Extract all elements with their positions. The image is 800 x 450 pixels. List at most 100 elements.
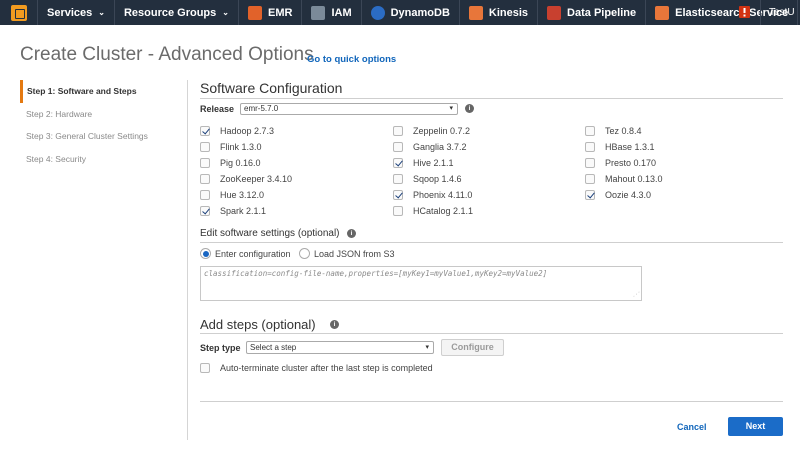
step-type-select[interactable]: Select a step ▾	[246, 341, 434, 354]
kinesis-icon	[468, 5, 483, 20]
user-menu[interactable]: TestU	[760, 0, 800, 25]
iam-icon	[311, 5, 326, 20]
software-configuration-heading: Software Configuration	[200, 80, 343, 96]
app-pig[interactable]: Pig 0.16.0	[200, 157, 261, 169]
checkbox[interactable]	[200, 142, 210, 152]
shortcut-label: EMR	[267, 6, 293, 19]
auto-terminate-checkbox[interactable]	[200, 363, 210, 373]
alert-bell-icon[interactable]	[738, 5, 751, 19]
checkbox[interactable]	[393, 206, 403, 216]
app-label: HCatalog 2.1.1	[413, 206, 474, 216]
checkbox[interactable]	[585, 142, 595, 152]
section-divider	[200, 401, 783, 402]
resource-groups-menu[interactable]: Resource Groups ⌄	[115, 0, 239, 25]
auto-terminate-label: Auto-terminate cluster after the last st…	[220, 363, 433, 373]
page-title: Create Cluster - Advanced Options	[20, 44, 314, 65]
checkbox[interactable]	[393, 158, 403, 168]
checkbox[interactable]	[200, 174, 210, 184]
shortcut-data-pipeline[interactable]: Data Pipeline	[538, 0, 647, 25]
checkbox[interactable]	[585, 126, 595, 136]
checkbox[interactable]	[585, 190, 595, 200]
checkbox[interactable]	[200, 206, 210, 216]
release-select[interactable]: emr-5.7.0 ▾	[240, 103, 458, 115]
enter-configuration-label: Enter configuration	[215, 249, 291, 259]
enter-configuration-radio[interactable]	[200, 248, 211, 259]
app-label: Oozie 4.3.0	[605, 190, 652, 200]
app-oozie[interactable]: Oozie 4.3.0	[585, 189, 651, 201]
aws-logo[interactable]	[0, 0, 38, 25]
app-spark[interactable]: Spark 2.1.1	[200, 205, 266, 217]
checkbox[interactable]	[200, 190, 210, 200]
app-hue[interactable]: Hue 3.12.0	[200, 189, 264, 201]
step-security[interactable]: Step 4: Security	[20, 148, 187, 171]
app-zookeeper[interactable]: ZooKeeper 3.4.10	[200, 173, 292, 185]
step-software-and-steps[interactable]: Step 1: Software and Steps	[20, 80, 187, 103]
checkbox[interactable]	[393, 142, 403, 152]
app-hcatalog[interactable]: HCatalog 2.1.1	[393, 205, 473, 217]
step-hardware[interactable]: Step 2: Hardware	[20, 103, 187, 126]
services-label: Services	[47, 6, 93, 19]
app-flink[interactable]: Flink 1.3.0	[200, 141, 262, 153]
shortcut-dynamodb[interactable]: DynamoDB	[362, 0, 460, 25]
checkbox[interactable]	[585, 174, 595, 184]
app-mahout[interactable]: Mahout 0.13.0	[585, 173, 663, 185]
top-nav-bar: Services ⌄ Resource Groups ⌄ EMR IAM Dyn…	[0, 0, 800, 25]
services-menu[interactable]: Services ⌄	[38, 0, 115, 25]
shortcut-iam[interactable]: IAM	[302, 0, 362, 25]
info-icon[interactable]: i	[347, 229, 356, 238]
app-label: Spark 2.1.1	[220, 206, 267, 216]
info-icon[interactable]: i	[465, 104, 474, 113]
app-sqoop[interactable]: Sqoop 1.4.6	[393, 173, 462, 185]
checkbox[interactable]	[393, 126, 403, 136]
step-general-cluster-settings[interactable]: Step 3: General Cluster Settings	[20, 125, 187, 148]
checkbox[interactable]	[585, 158, 595, 168]
configure-button[interactable]: Configure	[441, 339, 504, 356]
app-label: Mahout 0.13.0	[605, 174, 663, 184]
app-hadoop[interactable]: Hadoop 2.7.3	[200, 125, 274, 137]
info-icon[interactable]: i	[330, 320, 339, 329]
app-label: Hue 3.12.0	[220, 190, 265, 200]
configuration-textarea[interactable]: classification=config-file-name,properti…	[200, 266, 642, 301]
shortcut-emr[interactable]: EMR	[239, 0, 303, 25]
emr-icon	[247, 5, 262, 20]
next-button[interactable]: Next	[728, 417, 783, 436]
app-tez[interactable]: Tez 0.8.4	[585, 125, 642, 137]
shortcut-label: Kinesis	[488, 6, 529, 19]
checkbox[interactable]	[200, 158, 210, 168]
wizard-steps: Step 1: Software and Steps Step 2: Hardw…	[20, 80, 188, 440]
app-label: Hive 2.1.1	[413, 158, 454, 168]
load-json-radio[interactable]	[299, 248, 310, 259]
shortcut-kinesis[interactable]: Kinesis	[460, 0, 539, 25]
data-pipeline-icon	[547, 5, 562, 20]
resize-grip-icon[interactable]: ⋰	[633, 291, 639, 298]
resource-groups-label: Resource Groups	[123, 6, 217, 19]
quick-options-link[interactable]: Go to quick options	[307, 54, 396, 65]
app-label: Sqoop 1.4.6	[413, 174, 462, 184]
aws-cube-icon	[10, 4, 27, 21]
app-hive[interactable]: Hive 2.1.1	[393, 157, 454, 169]
app-label: Flink 1.3.0	[220, 142, 262, 152]
edit-settings-heading: Edit software settings (optional)	[200, 228, 340, 239]
app-ganglia[interactable]: Ganglia 3.7.2	[393, 141, 467, 153]
app-label: Pig 0.16.0	[220, 158, 261, 168]
app-hbase[interactable]: HBase 1.3.1	[585, 141, 655, 153]
step-type-label: Step type	[200, 343, 241, 353]
checkbox[interactable]	[200, 126, 210, 136]
app-phoenix[interactable]: Phoenix 4.11.0	[393, 189, 472, 201]
app-presto[interactable]: Presto 0.170	[585, 157, 656, 169]
cancel-button[interactable]: Cancel	[677, 422, 707, 432]
app-label: Ganglia 3.7.2	[413, 142, 467, 152]
elasticsearch-icon	[655, 5, 670, 20]
add-steps-heading: Add steps (optional)	[200, 317, 316, 332]
app-label: Presto 0.170	[605, 158, 657, 168]
checkbox[interactable]	[393, 174, 403, 184]
configuration-placeholder: classification=config-file-name,properti…	[204, 269, 548, 278]
step-type-value: Select a step	[250, 343, 297, 352]
app-label: Tez 0.8.4	[605, 126, 642, 136]
checkbox[interactable]	[393, 190, 403, 200]
auto-terminate-option[interactable]: Auto-terminate cluster after the last st…	[200, 363, 433, 373]
app-label: HBase 1.3.1	[605, 142, 655, 152]
app-label: Hadoop 2.7.3	[220, 126, 275, 136]
chevron-down-icon: ⌄	[98, 8, 105, 17]
app-zeppelin[interactable]: Zeppelin 0.7.2	[393, 125, 470, 137]
